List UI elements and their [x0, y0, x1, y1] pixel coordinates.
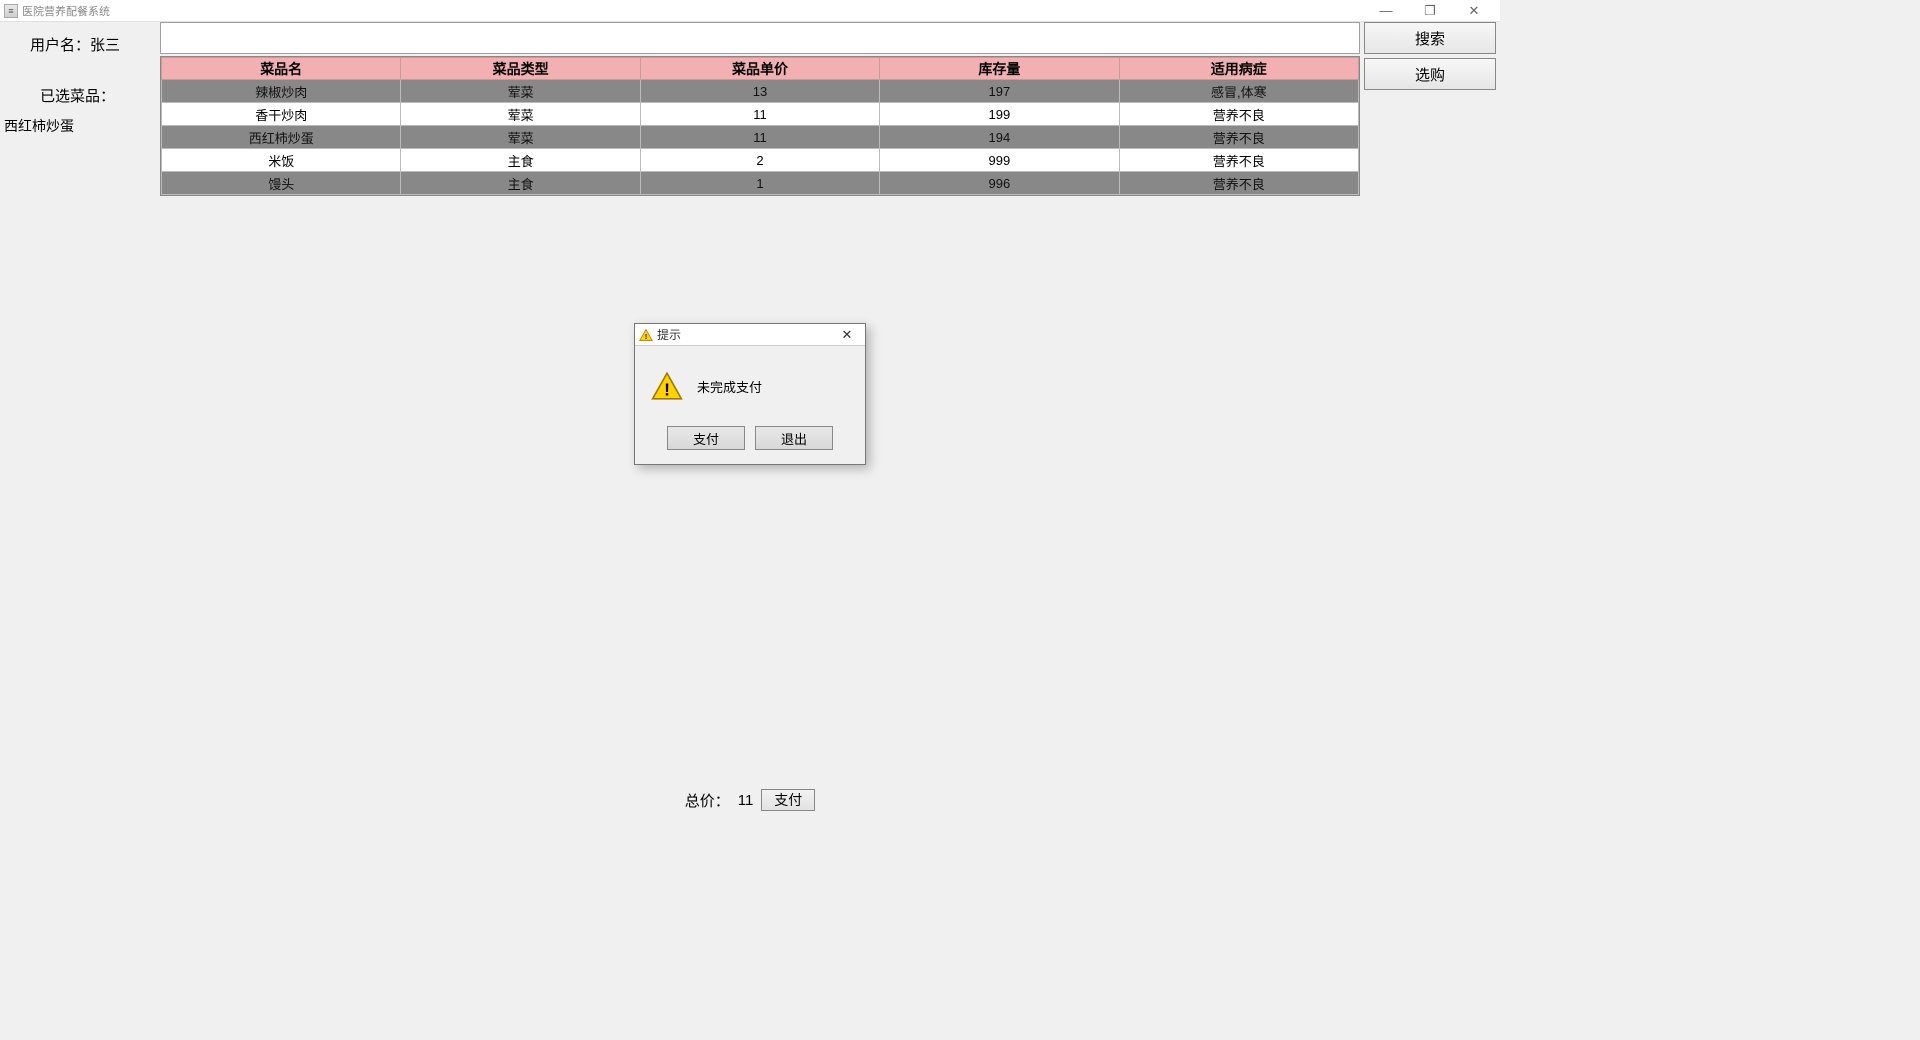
cell: 1 [640, 172, 879, 195]
warning-icon: ! [639, 328, 653, 342]
cell: 主食 [401, 149, 640, 172]
cell: 996 [880, 172, 1119, 195]
svg-text:!: ! [664, 380, 670, 400]
cell: 荤菜 [401, 80, 640, 103]
pay-button[interactable]: 支付 [761, 789, 815, 811]
window-close-button[interactable]: ✕ [1452, 0, 1496, 21]
warning-icon: ! [651, 370, 683, 402]
table-row[interactable]: 辣椒炒肉 荤菜 13 197 感冒,体寒 [162, 80, 1359, 103]
cell: 米饭 [162, 149, 401, 172]
col-stock[interactable]: 库存量 [880, 58, 1119, 80]
java-app-icon: ≡ [4, 4, 18, 18]
cell: 营养不良 [1119, 172, 1358, 195]
dialog-titlebar[interactable]: ! 提示 ✕ [635, 324, 865, 346]
window-minimize-button[interactable]: — [1364, 0, 1408, 21]
search-input[interactable] [160, 22, 1360, 54]
cell: 营养不良 [1119, 126, 1358, 149]
cell: 11 [640, 126, 879, 149]
window-titlebar: ≡ 医院营养配餐系统 — ❐ ✕ [0, 0, 1500, 22]
window-maximize-button[interactable]: ❐ [1408, 0, 1452, 21]
cell: 馒头 [162, 172, 401, 195]
table-row[interactable]: 米饭 主食 2 999 营养不良 [162, 149, 1359, 172]
cell: 主食 [401, 172, 640, 195]
dialog-title: 提示 [657, 326, 681, 343]
window-title: 医院营养配餐系统 [22, 3, 110, 19]
dishes-table-wrap: 菜品名 菜品类型 菜品单价 库存量 适用病症 辣椒炒肉 荤菜 1 [160, 56, 1360, 196]
dialog-pay-button[interactable]: 支付 [667, 426, 745, 450]
table-header-row: 菜品名 菜品类型 菜品单价 库存量 适用病症 [162, 58, 1359, 80]
selected-dishes-label: 已选菜品： [0, 67, 160, 112]
cell: 荤菜 [401, 126, 640, 149]
alert-dialog: ! 提示 ✕ ! 未完成支付 支付 退出 [634, 323, 866, 465]
dialog-exit-button[interactable]: 退出 [755, 426, 833, 450]
cell: 11 [640, 103, 879, 126]
total-label: 总价： [685, 790, 730, 811]
dialog-close-button[interactable]: ✕ [833, 324, 861, 345]
col-disease[interactable]: 适用病症 [1119, 58, 1358, 80]
user-row: 用户名：张三 [0, 28, 160, 67]
cell: 感冒,体寒 [1119, 80, 1358, 103]
cell: 197 [880, 80, 1119, 103]
table-row[interactable]: 西红柿炒蛋 荤菜 11 194 营养不良 [162, 126, 1359, 149]
dialog-message: 未完成支付 [697, 377, 762, 396]
cell: 13 [640, 80, 879, 103]
cell: 199 [880, 103, 1119, 126]
table-row[interactable]: 香干炒肉 荤菜 11 199 营养不良 [162, 103, 1359, 126]
col-name[interactable]: 菜品名 [162, 58, 401, 80]
dishes-table[interactable]: 菜品名 菜品类型 菜品单价 库存量 适用病症 辣椒炒肉 荤菜 1 [161, 57, 1359, 195]
user-label: 用户名： [30, 37, 90, 54]
table-row[interactable]: 馒头 主食 1 996 营养不良 [162, 172, 1359, 195]
total-value: 11 [738, 792, 754, 809]
cell: 营养不良 [1119, 149, 1358, 172]
svg-text:!: ! [645, 334, 647, 341]
cell: 营养不良 [1119, 103, 1358, 126]
footer: 总价： 11 支付 [0, 788, 1500, 812]
col-type[interactable]: 菜品类型 [401, 58, 640, 80]
cell: 荤菜 [401, 103, 640, 126]
user-name: 张三 [90, 37, 120, 54]
select-button[interactable]: 选购 [1364, 58, 1496, 90]
sidebar: 用户名：张三 已选菜品： 西红柿炒蛋 [0, 22, 160, 788]
cell: 香干炒肉 [162, 103, 401, 126]
cell: 2 [640, 149, 879, 172]
search-button[interactable]: 搜索 [1364, 22, 1496, 54]
cell: 西红柿炒蛋 [162, 126, 401, 149]
selected-dish-item[interactable]: 西红柿炒蛋 [0, 112, 160, 140]
col-price[interactable]: 菜品单价 [640, 58, 879, 80]
cell: 999 [880, 149, 1119, 172]
cell: 194 [880, 126, 1119, 149]
cell: 辣椒炒肉 [162, 80, 401, 103]
